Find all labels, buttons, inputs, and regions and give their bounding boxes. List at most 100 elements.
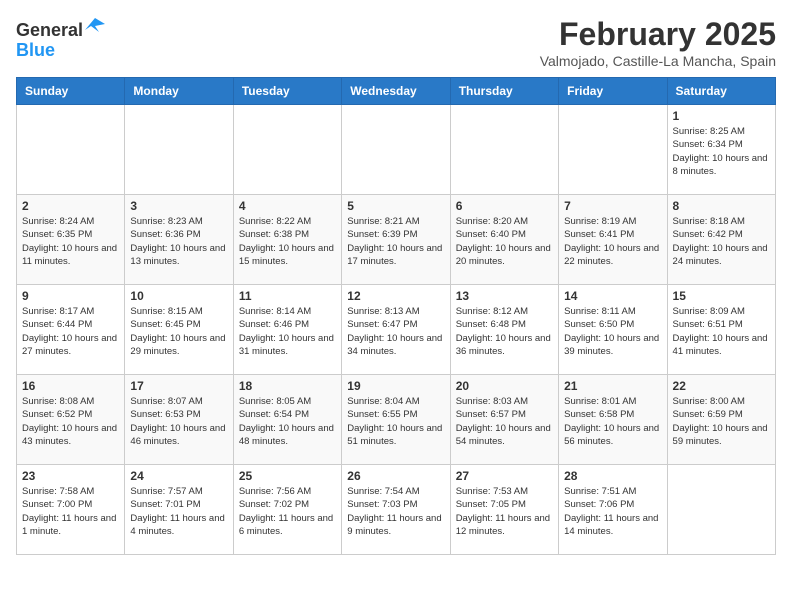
calendar-cell: 17 Sunrise: 8:07 AM Sunset: 6:53 PM Dayli… <box>125 375 233 465</box>
day-number: 23 <box>22 469 119 483</box>
day-number: 26 <box>347 469 444 483</box>
day-number: 12 <box>347 289 444 303</box>
calendar-cell: 11 Sunrise: 8:14 AM Sunset: 6:46 PM Dayli… <box>233 285 341 375</box>
calendar-week-row: 23 Sunrise: 7:58 AM Sunset: 7:00 PM Dayli… <box>17 465 776 555</box>
calendar-week-row: 9 Sunrise: 8:17 AM Sunset: 6:44 PM Daylig… <box>17 285 776 375</box>
location-subtitle: Valmojado, Castille-La Mancha, Spain <box>540 53 776 69</box>
calendar-cell: 13 Sunrise: 8:12 AM Sunset: 6:48 PM Dayli… <box>450 285 558 375</box>
day-number: 22 <box>673 379 770 393</box>
page-header: General Blue February 2025 Valmojado, Ca… <box>16 16 776 69</box>
day-info: Sunrise: 8:12 AM Sunset: 6:48 PM Dayligh… <box>456 305 553 358</box>
calendar-cell: 22 Sunrise: 8:00 AM Sunset: 6:59 PM Dayli… <box>667 375 775 465</box>
calendar-cell: 15 Sunrise: 8:09 AM Sunset: 6:51 PM Dayli… <box>667 285 775 375</box>
day-number: 25 <box>239 469 336 483</box>
day-info: Sunrise: 8:19 AM Sunset: 6:41 PM Dayligh… <box>564 215 661 268</box>
month-title: February 2025 <box>540 16 776 53</box>
day-info: Sunrise: 8:14 AM Sunset: 6:46 PM Dayligh… <box>239 305 336 358</box>
day-info: Sunrise: 8:15 AM Sunset: 6:45 PM Dayligh… <box>130 305 227 358</box>
day-info: Sunrise: 7:53 AM Sunset: 7:05 PM Dayligh… <box>456 485 553 538</box>
title-block: February 2025 Valmojado, Castille-La Man… <box>540 16 776 69</box>
calendar-week-row: 2 Sunrise: 8:24 AM Sunset: 6:35 PM Daylig… <box>17 195 776 285</box>
calendar-cell: 3 Sunrise: 8:23 AM Sunset: 6:36 PM Daylig… <box>125 195 233 285</box>
calendar-cell: 9 Sunrise: 8:17 AM Sunset: 6:44 PM Daylig… <box>17 285 125 375</box>
calendar-cell: 23 Sunrise: 7:58 AM Sunset: 7:00 PM Dayli… <box>17 465 125 555</box>
calendar-week-row: 1 Sunrise: 8:25 AM Sunset: 6:34 PM Daylig… <box>17 105 776 195</box>
calendar-cell: 16 Sunrise: 8:08 AM Sunset: 6:52 PM Dayli… <box>17 375 125 465</box>
calendar-cell <box>125 105 233 195</box>
day-info: Sunrise: 8:25 AM Sunset: 6:34 PM Dayligh… <box>673 125 770 178</box>
day-info: Sunrise: 8:05 AM Sunset: 6:54 PM Dayligh… <box>239 395 336 448</box>
day-number: 19 <box>347 379 444 393</box>
logo-blue-text: Blue <box>16 41 105 61</box>
day-info: Sunrise: 8:22 AM Sunset: 6:38 PM Dayligh… <box>239 215 336 268</box>
calendar-cell: 24Sunrise: 7:57 AM Sunset: 7:01 PM Dayli… <box>125 465 233 555</box>
day-number: 18 <box>239 379 336 393</box>
day-number: 3 <box>130 199 227 213</box>
day-number: 11 <box>239 289 336 303</box>
day-info: Sunrise: 7:56 AM Sunset: 7:02 PM Dayligh… <box>239 485 336 538</box>
day-number: 15 <box>673 289 770 303</box>
calendar-cell: 20 Sunrise: 8:03 AM Sunset: 6:57 PM Dayli… <box>450 375 558 465</box>
day-number: 24 <box>130 469 227 483</box>
day-number: 7 <box>564 199 661 213</box>
calendar-cell: 28Sunrise: 7:51 AM Sunset: 7:06 PM Dayli… <box>559 465 667 555</box>
day-number: 9 <box>22 289 119 303</box>
calendar-cell <box>17 105 125 195</box>
day-number: 8 <box>673 199 770 213</box>
day-number: 2 <box>22 199 119 213</box>
day-number: 16 <box>22 379 119 393</box>
logo-bird-icon <box>85 16 105 36</box>
calendar-cell: 12 Sunrise: 8:13 AM Sunset: 6:47 PM Dayli… <box>342 285 450 375</box>
weekday-header-wednesday: Wednesday <box>342 78 450 105</box>
calendar-cell: 6 Sunrise: 8:20 AM Sunset: 6:40 PM Daylig… <box>450 195 558 285</box>
calendar-cell: 18 Sunrise: 8:05 AM Sunset: 6:54 PM Dayli… <box>233 375 341 465</box>
weekday-header-friday: Friday <box>559 78 667 105</box>
day-number: 10 <box>130 289 227 303</box>
day-info: Sunrise: 8:17 AM Sunset: 6:44 PM Dayligh… <box>22 305 119 358</box>
day-number: 6 <box>456 199 553 213</box>
day-number: 1 <box>673 109 770 123</box>
calendar-cell: 10 Sunrise: 8:15 AM Sunset: 6:45 PM Dayli… <box>125 285 233 375</box>
day-number: 20 <box>456 379 553 393</box>
day-number: 4 <box>239 199 336 213</box>
day-info: Sunrise: 8:20 AM Sunset: 6:40 PM Dayligh… <box>456 215 553 268</box>
day-number: 17 <box>130 379 227 393</box>
day-info: Sunrise: 8:00 AM Sunset: 6:59 PM Dayligh… <box>673 395 770 448</box>
day-info: Sunrise: 8:21 AM Sunset: 6:39 PM Dayligh… <box>347 215 444 268</box>
calendar-cell <box>559 105 667 195</box>
day-info: Sunrise: 8:24 AM Sunset: 6:35 PM Dayligh… <box>22 215 119 268</box>
day-info: Sunrise: 8:11 AM Sunset: 6:50 PM Dayligh… <box>564 305 661 358</box>
day-number: 14 <box>564 289 661 303</box>
calendar-header-row: SundayMondayTuesdayWednesdayThursdayFrid… <box>17 78 776 105</box>
day-number: 21 <box>564 379 661 393</box>
logo-text: General <box>16 16 105 41</box>
day-number: 27 <box>456 469 553 483</box>
weekday-header-sunday: Sunday <box>17 78 125 105</box>
calendar-cell: 1 Sunrise: 8:25 AM Sunset: 6:34 PM Daylig… <box>667 105 775 195</box>
calendar-cell: 25 Sunrise: 7:56 AM Sunset: 7:02 PM Dayli… <box>233 465 341 555</box>
weekday-header-monday: Monday <box>125 78 233 105</box>
logo: General Blue <box>16 16 105 61</box>
day-info: Sunrise: 8:13 AM Sunset: 6:47 PM Dayligh… <box>347 305 444 358</box>
calendar-cell <box>667 465 775 555</box>
calendar-cell: 19Sunrise: 8:04 AM Sunset: 6:55 PM Dayli… <box>342 375 450 465</box>
calendar-cell <box>450 105 558 195</box>
day-info: Sunrise: 8:03 AM Sunset: 6:57 PM Dayligh… <box>456 395 553 448</box>
day-info: Sunrise: 7:54 AM Sunset: 7:03 PM Dayligh… <box>347 485 444 538</box>
day-info: Sunrise: 7:51 AM Sunset: 7:06 PM Dayligh… <box>564 485 661 538</box>
weekday-header-thursday: Thursday <box>450 78 558 105</box>
day-info: Sunrise: 8:23 AM Sunset: 6:36 PM Dayligh… <box>130 215 227 268</box>
calendar-cell <box>342 105 450 195</box>
calendar-cell: 21 Sunrise: 8:01 AM Sunset: 6:58 PM Dayli… <box>559 375 667 465</box>
day-info: Sunrise: 8:09 AM Sunset: 6:51 PM Dayligh… <box>673 305 770 358</box>
day-info: Sunrise: 8:08 AM Sunset: 6:52 PM Dayligh… <box>22 395 119 448</box>
day-info: Sunrise: 8:01 AM Sunset: 6:58 PM Dayligh… <box>564 395 661 448</box>
day-info: Sunrise: 8:07 AM Sunset: 6:53 PM Dayligh… <box>130 395 227 448</box>
calendar-cell: 14 Sunrise: 8:11 AM Sunset: 6:50 PM Dayli… <box>559 285 667 375</box>
day-number: 5 <box>347 199 444 213</box>
calendar-cell: 7 Sunrise: 8:19 AM Sunset: 6:41 PM Daylig… <box>559 195 667 285</box>
weekday-header-tuesday: Tuesday <box>233 78 341 105</box>
day-info: Sunrise: 7:58 AM Sunset: 7:00 PM Dayligh… <box>22 485 119 538</box>
day-number: 13 <box>456 289 553 303</box>
calendar-cell <box>233 105 341 195</box>
